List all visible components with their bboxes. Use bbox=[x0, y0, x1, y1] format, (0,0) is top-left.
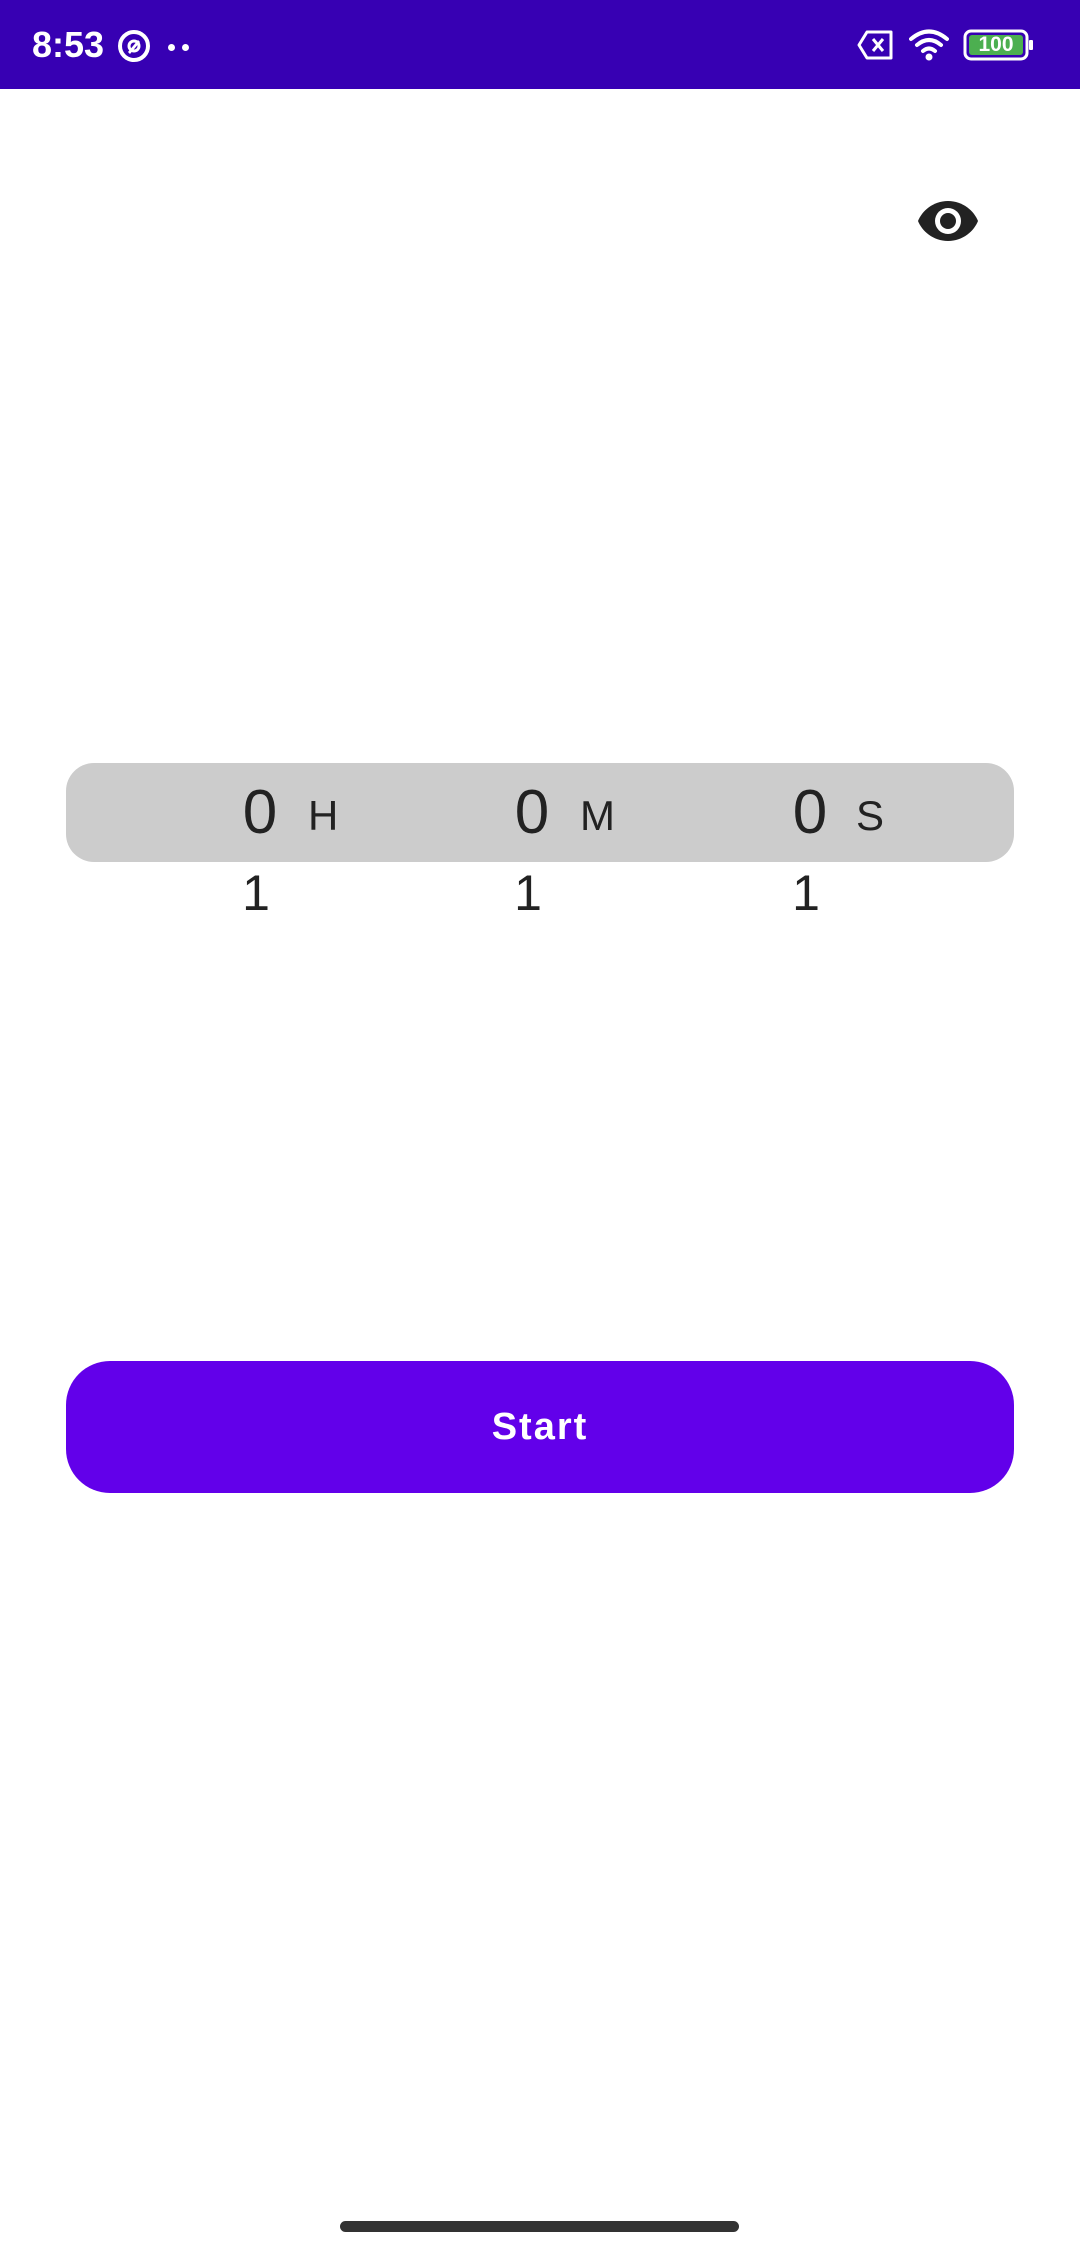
gesture-navigation-bar[interactable] bbox=[340, 2221, 739, 2232]
status-icons: 100 bbox=[857, 28, 1042, 64]
seconds-picker[interactable]: 0 S 1 bbox=[780, 763, 920, 923]
hours-next-value: 1 bbox=[242, 865, 270, 921]
timer-screen: 8:53 100 0 H 1 0 M 1 0 S 1 Start bbox=[0, 0, 1080, 2248]
seconds-value: 0 bbox=[792, 778, 828, 847]
no-sim-icon bbox=[857, 30, 893, 60]
visibility-toggle-button[interactable] bbox=[908, 190, 988, 252]
hours-picker[interactable]: 0 H 1 bbox=[230, 763, 370, 923]
seconds-next-value: 1 bbox=[792, 865, 820, 921]
battery-icon: 100 bbox=[963, 28, 1035, 62]
hours-unit: H bbox=[308, 792, 339, 839]
minutes-value: 0 bbox=[514, 778, 550, 847]
navigation-icon bbox=[118, 30, 150, 62]
minutes-next-value: 1 bbox=[514, 865, 542, 921]
seconds-unit: S bbox=[856, 792, 885, 839]
eye-icon bbox=[918, 201, 978, 241]
wifi-icon bbox=[909, 29, 949, 61]
battery-level: 100 bbox=[978, 33, 1014, 56]
minutes-unit: M bbox=[580, 792, 615, 839]
status-bar: 8:53 100 bbox=[0, 0, 1080, 89]
minutes-picker[interactable]: 0 M 1 bbox=[502, 763, 642, 923]
more-dots-icon bbox=[168, 44, 192, 52]
hours-value: 0 bbox=[242, 778, 278, 847]
start-button[interactable]: Start bbox=[66, 1361, 1014, 1493]
status-time: 8:53 bbox=[32, 24, 105, 65]
